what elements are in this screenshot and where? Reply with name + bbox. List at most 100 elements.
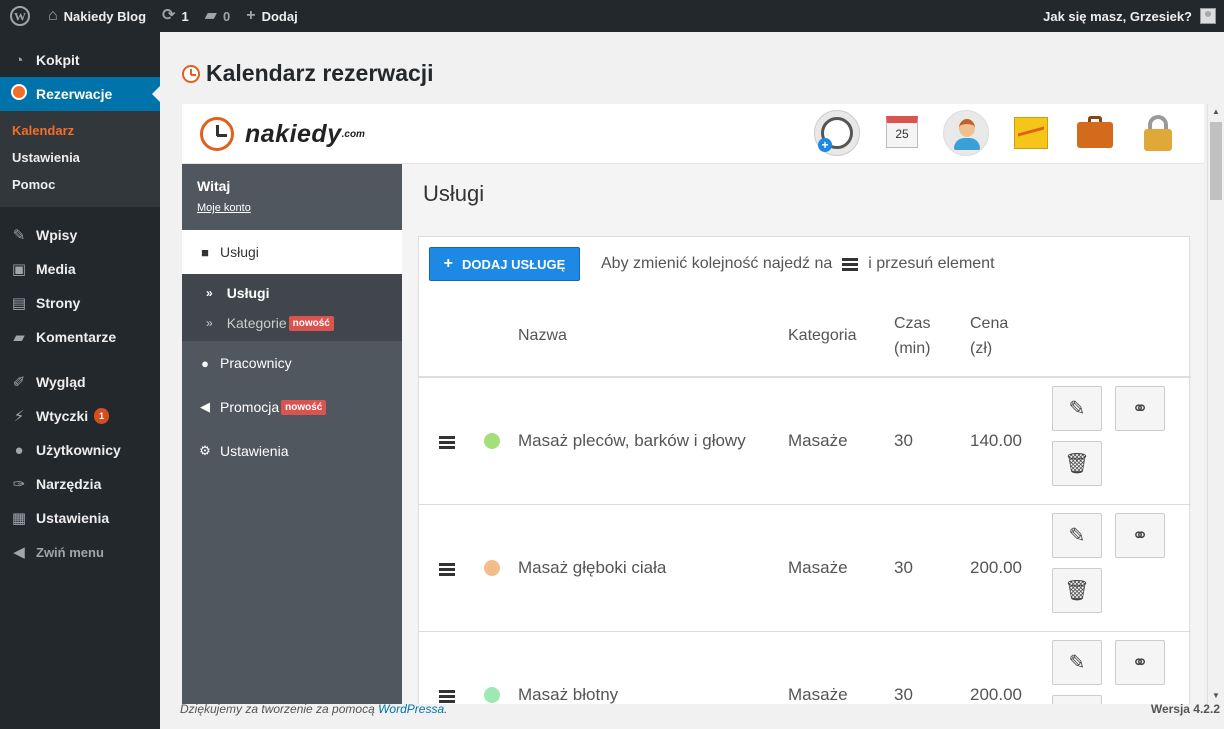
reservations-submenu: Kalendarz Ustawienia Pomoc <box>0 111 160 207</box>
column-header-name: Nazwa <box>518 327 567 344</box>
plus-icon: + <box>246 7 256 24</box>
menu-item-comments[interactable]: ▰ Komentarze <box>0 320 160 354</box>
collapse-arrow-icon: ◀ <box>13 544 25 561</box>
wrench-icon: ✑ <box>12 476 26 493</box>
menu-item-reservations[interactable]: Rezerwacje <box>0 77 160 111</box>
menu-item-dashboard[interactable]: ◔ Kokpit <box>0 43 160 77</box>
service-time: 30 <box>894 558 913 577</box>
scroll-up-arrow-icon[interactable]: ▲ <box>1212 107 1220 116</box>
sidebar-item-settings[interactable]: ⚙ Ustawienia <box>182 429 402 473</box>
add-service-button[interactable]: + DODAJ USŁUGĘ <box>429 247 580 281</box>
edit-button[interactable]: ✎ <box>1052 513 1102 558</box>
welcome-box: Witaj Moje konto <box>182 164 402 230</box>
admin-menu: ◔ Kokpit Rezerwacje Kalendarz Ustawienia … <box>0 32 160 729</box>
submenu-calendar[interactable]: Kalendarz <box>0 118 160 145</box>
sidebar-item-employees[interactable]: ● Pracownicy <box>182 341 402 385</box>
plus-icon: + <box>443 255 454 272</box>
lock-icon[interactable] <box>1135 110 1181 156</box>
my-account-link[interactable]: Moje konto <box>197 202 387 214</box>
clock-icon <box>10 84 28 104</box>
service-name: Masaż głęboki ciała <box>518 558 667 577</box>
refresh-icon: ⟳ <box>162 7 176 24</box>
submenu-settings[interactable]: Ustawienia <box>0 145 160 172</box>
sidebar-item-services[interactable]: ■ Usługi <box>182 230 402 274</box>
menu-item-settings[interactable]: ▦ Ustawienia <box>0 501 160 535</box>
delete-button[interactable]: 🗑 <box>1052 441 1102 486</box>
new-reservation-clock-icon[interactable]: + <box>814 110 860 156</box>
drag-handle-icon[interactable] <box>439 434 455 451</box>
statistics-chart-icon[interactable] <box>1008 110 1054 156</box>
color-dot <box>484 687 500 703</box>
page-scrollbar[interactable]: ▲ ▼ <box>1207 104 1224 704</box>
content-area: Kalendarz rezerwacji nakiedy .com + 25 Wi… <box>160 32 1224 729</box>
service-time: 30 <box>894 431 913 450</box>
menu-item-media[interactable]: ▣ Media <box>0 252 160 286</box>
logo-clock-icon <box>200 117 234 151</box>
collapse-menu-button[interactable]: ◀ Zwiń menu <box>0 535 160 569</box>
scrollbar-thumb[interactable] <box>1210 122 1222 200</box>
new-content-link[interactable]: + Dodaj <box>238 0 305 32</box>
user-icon: ● <box>201 355 209 371</box>
submenu-help[interactable]: Pomoc <box>0 172 160 199</box>
menu-item-posts[interactable]: ✎ Wpisy <box>0 218 160 252</box>
menu-item-users[interactable]: ● Użytkownicy <box>0 433 160 467</box>
comments-link[interactable]: ▰ 0 <box>197 0 239 32</box>
delete-button[interactable]: 🗑 <box>1052 568 1102 613</box>
edit-button[interactable]: ✎ <box>1052 386 1102 431</box>
site-name-link[interactable]: ⌂ Nakiedy Blog <box>40 0 154 32</box>
updates-link[interactable]: ⟳ 1 <box>154 0 197 32</box>
user-profile-icon[interactable] <box>943 110 989 156</box>
sidebar-sub-services[interactable]: » Usługi <box>182 278 402 308</box>
column-header-price: Cena (zł) <box>970 315 1009 357</box>
menu-item-pages[interactable]: ▤ Strony <box>0 286 160 320</box>
home-icon: ⌂ <box>48 7 58 24</box>
new-badge: nowość <box>288 315 334 331</box>
comment-icon: ▰ <box>13 329 25 346</box>
service-category: Masaże <box>788 558 848 577</box>
link-icon: ⚭ <box>1131 525 1149 547</box>
pencil-icon: ✎ <box>1068 525 1086 547</box>
link-button[interactable]: ⚭ <box>1115 640 1165 685</box>
scroll-down-arrow-icon[interactable]: ▼ <box>1212 691 1220 700</box>
menu-item-plugins[interactable]: ⚡ Wtyczki 1 <box>0 399 160 433</box>
section-title: Usługi <box>423 181 485 206</box>
version-label: Wersja 4.2.2 <box>1150 702 1220 716</box>
pencil-icon: ✎ <box>1068 398 1086 420</box>
services-submenu: » Usługi » Kategorie nowość <box>182 274 402 341</box>
link-icon: ⚭ <box>1131 398 1149 420</box>
pages-icon: ▤ <box>11 295 27 312</box>
bag-icon: ■ <box>201 244 209 260</box>
double-chevron-icon: » <box>206 286 213 300</box>
plugin-sidebar: Witaj Moje konto ■ Usługi » Usługi » Kateg… <box>182 164 402 704</box>
admin-bar: W ⌂ Nakiedy Blog ⟳ 1 ▰ 0 + Dodaj Jak się… <box>0 0 1224 32</box>
table-row: Masaż pleców, barków i głowy Masaże 30 1… <box>419 378 1191 505</box>
link-icon: ⚭ <box>1131 652 1149 674</box>
sidebar-item-promotion[interactable]: ◀ Promocja nowość <box>182 385 402 429</box>
drag-handle-icon <box>842 256 859 273</box>
column-header-category: Kategoria <box>788 327 857 344</box>
sidebar-sub-categories[interactable]: » Kategorie nowość <box>182 308 402 338</box>
column-header-time: Czas (min) <box>894 315 931 357</box>
edit-button[interactable]: ✎ <box>1052 640 1102 685</box>
link-button[interactable]: ⚭ <box>1115 513 1165 558</box>
link-button[interactable]: ⚭ <box>1115 386 1165 431</box>
menu-item-appearance[interactable]: ✐ Wygląd <box>0 365 160 399</box>
settings-icon: ▦ <box>11 510 27 527</box>
nakiedy-logo[interactable]: nakiedy .com <box>200 117 365 151</box>
footer-thanks: Dziękujemy za tworzenie za pomocą WordPr… <box>180 702 448 716</box>
drag-handle-icon[interactable] <box>439 561 455 578</box>
clock-icon <box>182 64 200 83</box>
plugin-app: nakiedy .com + 25 Witaj Moje konto ■ Usłu… <box>182 104 1204 704</box>
wordpress-link[interactable]: WordPressa <box>378 702 444 716</box>
media-icon: ▣ <box>11 261 27 278</box>
calendar-icon[interactable]: 25 <box>879 110 925 156</box>
svg-text:W: W <box>14 10 26 24</box>
plugin-header: nakiedy .com + 25 <box>182 104 1204 164</box>
account-menu[interactable]: Jak się masz, Grzesiek? <box>1043 0 1224 32</box>
briefcase-icon[interactable] <box>1072 110 1118 156</box>
wordpress-logo-icon[interactable]: W <box>0 0 40 32</box>
pin-icon: ✎ <box>12 227 26 244</box>
reorder-hint: Aby zmienić kolejność najedź na i przesu… <box>601 255 995 273</box>
table-row: Masaż błotny Masaże 30 200.00 ✎ ⚭ 🗑 <box>419 632 1191 704</box>
menu-item-tools[interactable]: ✑ Narzędzia <box>0 467 160 501</box>
